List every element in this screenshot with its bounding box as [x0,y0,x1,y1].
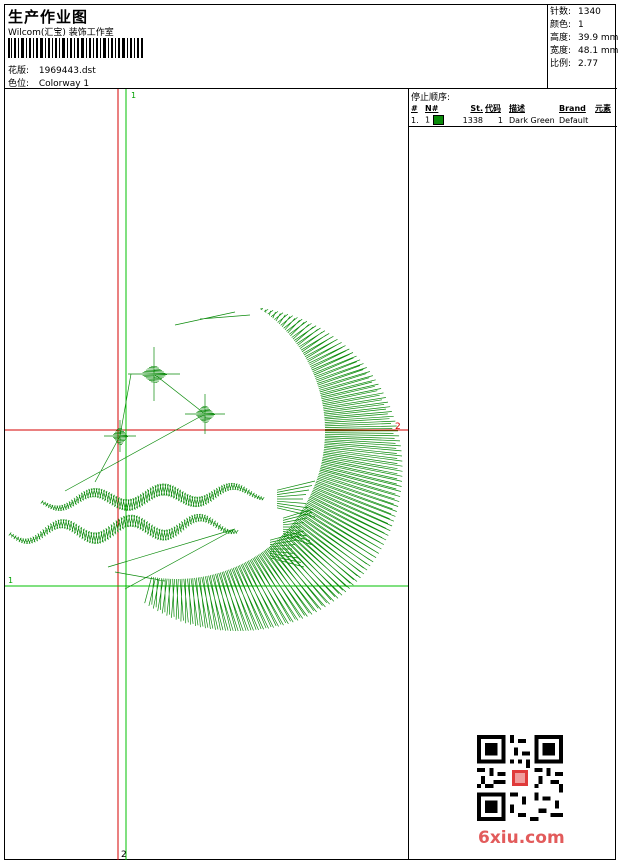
stat-label: 颜色: [550,20,572,30]
colorway-label: 色位: [8,79,30,89]
stat-value: 48.1 mm [578,46,619,56]
row-index: 1. [409,114,423,127]
row-needle: 1 [423,114,459,127]
col-header-brand: Brand [559,103,586,113]
colorway-value: Colorway 1 [38,79,90,89]
qr-code-icon [477,735,563,821]
stat-colors: 颜色: 1 [550,19,617,32]
table-header-row: # N# St. 代码 描述 Brand 元素 [409,102,617,114]
production-worksheet: 生产作业图 Wilcom(汇宝) 装饰工作室 花版: 1969443.dst 色… [4,4,619,860]
row-description: Dark Green [507,114,557,127]
table-row: 1. 1 1338 1 Dark Green Default [409,114,617,127]
red-vertical-guide-label: 2 [121,850,127,860]
stat-stitch-count: 针数: 1340 [550,6,617,19]
moon-and-stars-embroidery [8,308,403,632]
stitch-paths [8,308,403,632]
thread-color-swatch [432,115,444,125]
stat-label: 高度: [550,33,572,43]
col-header-element: 元素 [595,103,611,113]
row-element [593,114,617,127]
stop-sequence: 停止顺序: # N# St. 代码 描述 Brand 元素 1. 1 1338 [409,89,617,127]
col-header-code: 代码 [485,103,501,113]
needle-number: 1 [425,115,431,125]
red-horizontal-guide-label: 2 [395,422,401,432]
stat-value: 1 [578,20,584,30]
green-horizontal-guide-label: 1 [8,576,13,585]
row-brand: Default [557,114,593,127]
col-header-needle: N# [425,103,439,113]
design-file-label: 花版: [8,66,30,76]
stat-value: 2.77 [578,59,599,69]
colorway: 色位: Colorway 1 [8,76,89,89]
row-code: 1 [483,114,507,127]
design-stats: 针数: 1340 颜色: 1 高度: 39.9 mm 宽度: 48.1 mm 比例: 2.… [547,5,619,89]
stat-label: 宽度: [550,46,572,56]
barcode-icon [8,38,143,58]
col-header-description: 描述 [509,103,525,113]
watermark-logo: 6xiu.com [478,828,565,848]
stat-label: 比例: [550,59,572,69]
studio-name: Wilcom(汇宝) 装饰工作室 [8,28,114,38]
stat-value: 1340 [578,7,601,17]
stat-value: 39.9 mm [578,33,619,43]
design-file-value: 1969443.dst [38,66,96,76]
embroidery-preview: 1 1 2 2 [5,89,408,860]
col-header-index: # [411,103,418,113]
stat-scale: 比例: 2.77 [550,58,617,71]
stat-height: 高度: 39.9 mm [550,32,619,45]
stop-sequence-table: # N# St. 代码 描述 Brand 元素 1. 1 1338 1 Dark… [409,102,617,127]
row-stitches: 1338 [459,114,483,127]
worksheet-title: 生产作业图 [8,8,89,26]
design-canvas: 1 1 2 2 [5,89,409,860]
stat-label: 针数: [550,7,572,17]
worksheet-header: 生产作业图 Wilcom(汇宝) 装饰工作室 花版: 1969443.dst 色… [5,5,619,89]
design-file: 花版: 1969443.dst [8,63,96,76]
col-header-stitches: St. [470,103,483,113]
stat-width: 宽度: 48.1 mm [550,45,619,58]
stop-sequence-title: 停止顺序: [411,93,451,103]
green-vertical-guide-label: 1 [131,91,136,100]
